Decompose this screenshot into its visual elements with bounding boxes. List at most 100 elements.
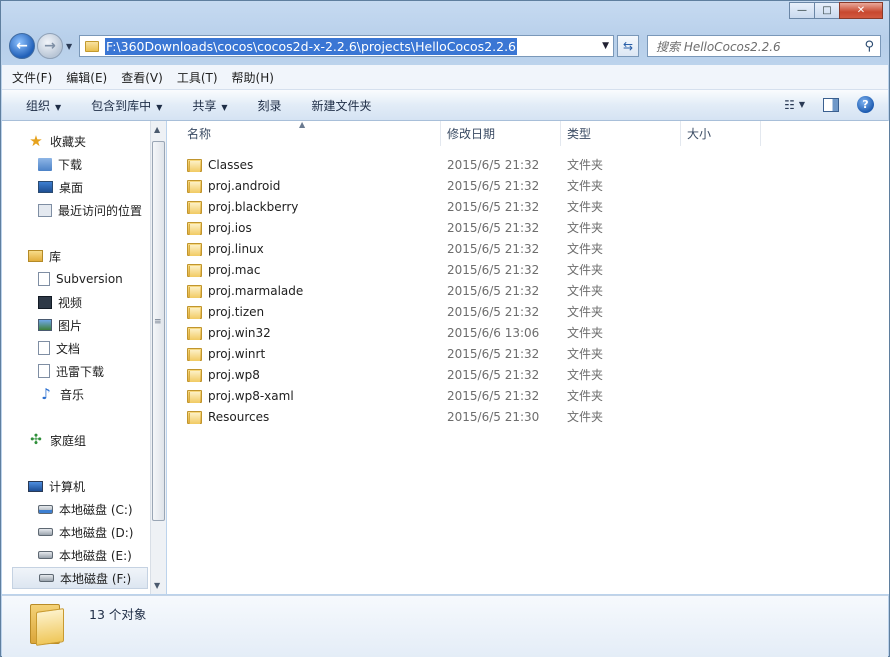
file-type: 文件夹 — [567, 284, 604, 298]
details-pane: 13 个对象 — [2, 595, 888, 657]
table-row[interactable]: proj.ios 2015/6/5 21:32 文件夹 — [167, 217, 889, 238]
preview-pane-icon[interactable] — [823, 97, 839, 112]
file-date: 2015/6/5 21:32 — [447, 178, 540, 193]
view-details-icon[interactable]: ☷ — [784, 98, 795, 112]
sidebar-item-label: 计算机 — [49, 479, 86, 494]
organize-button[interactable]: 组织 ▼ — [26, 97, 61, 114]
library-icon — [28, 250, 43, 262]
file-date: 2015/6/5 21:32 — [447, 283, 540, 298]
scroll-up-icon[interactable]: ▲ — [154, 125, 160, 134]
drive-icon — [39, 574, 54, 582]
document-icon — [38, 272, 50, 286]
navigation-scrollbar[interactable]: ▲ ≡ ▼ — [150, 121, 166, 594]
table-row[interactable]: Resources 2015/6/5 21:30 文件夹 — [167, 406, 889, 427]
sidebar-item-label: 本地磁盘 (C:) — [59, 502, 133, 517]
folder-icon — [187, 221, 202, 235]
sidebar-item-label: Subversion — [56, 272, 123, 286]
sidebar-item-label: 本地磁盘 (D:) — [59, 525, 134, 540]
table-row[interactable]: proj.tizen 2015/6/5 21:32 文件夹 — [167, 301, 889, 322]
sidebar-item-label: 桌面 — [59, 180, 84, 195]
document-icon — [38, 364, 50, 378]
table-row[interactable]: proj.linux 2015/6/5 21:32 文件夹 — [167, 238, 889, 259]
navigation-pane: ★ 收藏夹 下载 桌面 最近访问的位置 库 Subversion 视频 图片 文档… — [2, 121, 150, 594]
column-label: 大小 — [687, 127, 712, 141]
sidebar-item-label: 本地磁盘 (E:) — [59, 548, 132, 563]
sidebar-item-label: 图片 — [58, 318, 83, 333]
column-headers: ▲ 名称 修改日期 类型 大小 — [167, 120, 889, 146]
menu-edit[interactable]: 编辑(E) — [66, 69, 107, 86]
burn-button[interactable]: 刻录 — [258, 97, 282, 114]
file-type: 文件夹 — [567, 263, 604, 277]
table-row[interactable]: proj.marmalade 2015/6/5 21:32 文件夹 — [167, 280, 889, 301]
column-name[interactable]: ▲ 名称 — [167, 120, 441, 146]
file-date: 2015/6/6 13:06 — [447, 325, 540, 340]
forward-button[interactable]: → — [37, 33, 63, 59]
address-bar[interactable]: F:\360Downloads\cocos\cocos2d-x-2.2.6\pr… — [79, 35, 614, 57]
sidebar-item-drive-f[interactable]: 本地磁盘 (F:) — [12, 567, 148, 589]
column-date-modified[interactable]: 修改日期 — [441, 121, 561, 146]
view-dropdown-icon[interactable]: ▼ — [799, 100, 805, 109]
help-icon[interactable]: ? — [857, 96, 874, 113]
column-size[interactable]: 大小 — [681, 121, 761, 146]
file-type: 文件夹 — [567, 200, 604, 214]
chevron-down-icon: ▼ — [55, 102, 62, 112]
file-type: 文件夹 — [567, 221, 604, 235]
table-row[interactable]: proj.mac 2015/6/5 21:32 文件夹 — [167, 259, 889, 280]
search-icon[interactable]: ⚲ — [864, 39, 874, 54]
table-row[interactable]: proj.blackberry 2015/6/5 21:32 文件夹 — [167, 196, 889, 217]
search-input[interactable]: 搜索 HelloCocos2.2.6 ⚲ — [647, 35, 881, 57]
table-row[interactable]: proj.winrt 2015/6/5 21:32 文件夹 — [167, 343, 889, 364]
drive-icon — [38, 504, 53, 514]
file-type: 文件夹 — [567, 305, 604, 319]
computer-icon — [28, 480, 43, 492]
table-row[interactable]: Classes 2015/6/5 21:32 文件夹 — [167, 154, 889, 175]
share-label: 共享 — [192, 98, 217, 113]
share-button[interactable]: 共享 ▼ — [192, 97, 227, 114]
refresh-button[interactable]: ⇆ — [617, 35, 639, 57]
scrollbar-thumb[interactable] — [152, 141, 165, 521]
large-folder-icon — [30, 604, 64, 646]
sidebar-item-label: 下载 — [58, 157, 83, 172]
sidebar-item-label: 收藏夹 — [50, 134, 87, 149]
file-name: proj.wp8-xaml — [208, 388, 294, 403]
file-name: proj.blackberry — [208, 199, 299, 214]
menu-bar: 文件(F) 编辑(E) 查看(V) 工具(T) 帮助(H) — [2, 65, 888, 90]
minimize-button[interactable]: — — [789, 2, 815, 19]
column-type[interactable]: 类型 — [561, 121, 681, 146]
folder-icon — [187, 200, 202, 214]
new-folder-button[interactable]: 新建文件夹 — [312, 97, 372, 114]
caption-buttons: — □ ✕ — [789, 2, 883, 19]
scroll-grip-icon: ≡ — [154, 317, 162, 327]
file-name: Resources — [208, 409, 270, 424]
include-library-button[interactable]: 包含到库中 ▼ — [91, 97, 162, 114]
folder-icon — [187, 326, 202, 340]
address-dropdown-icon[interactable]: ▼ — [602, 41, 609, 51]
arrow-left-icon: ← — [16, 38, 28, 54]
scroll-down-icon[interactable]: ▼ — [154, 581, 160, 590]
table-row[interactable]: proj.wp8 2015/6/5 21:32 文件夹 — [167, 364, 889, 385]
menu-tools[interactable]: 工具(T) — [177, 69, 218, 86]
back-button[interactable]: ← — [9, 33, 35, 59]
column-label: 类型 — [567, 127, 592, 141]
table-row[interactable]: proj.wp8-xaml 2015/6/5 21:32 文件夹 — [167, 385, 889, 406]
maximize-button[interactable]: □ — [814, 2, 840, 19]
chevron-down-icon: ▼ — [221, 102, 228, 112]
file-date: 2015/6/5 21:30 — [447, 409, 540, 424]
table-row[interactable]: proj.android 2015/6/5 21:32 文件夹 — [167, 175, 889, 196]
close-button[interactable]: ✕ — [839, 2, 883, 19]
file-type: 文件夹 — [567, 347, 604, 361]
desktop-icon — [38, 181, 53, 193]
address-path[interactable]: F:\360Downloads\cocos\cocos2d-x-2.2.6\pr… — [105, 37, 518, 55]
folder-icon — [187, 158, 202, 172]
folder-icon — [187, 410, 202, 424]
sidebar-item-label: 文档 — [56, 341, 81, 356]
file-type: 文件夹 — [567, 158, 604, 172]
menu-help[interactable]: 帮助(H) — [232, 69, 274, 86]
sidebar-item-label: 迅雷下载 — [56, 364, 105, 379]
menu-file[interactable]: 文件(F) — [12, 69, 52, 86]
folder-icon — [187, 347, 202, 361]
menu-view[interactable]: 查看(V) — [121, 69, 163, 86]
table-row[interactable]: proj.win32 2015/6/6 13:06 文件夹 — [167, 322, 889, 343]
file-date: 2015/6/5 21:32 — [447, 220, 540, 235]
recent-pages-dropdown[interactable]: ▼ — [66, 42, 72, 51]
